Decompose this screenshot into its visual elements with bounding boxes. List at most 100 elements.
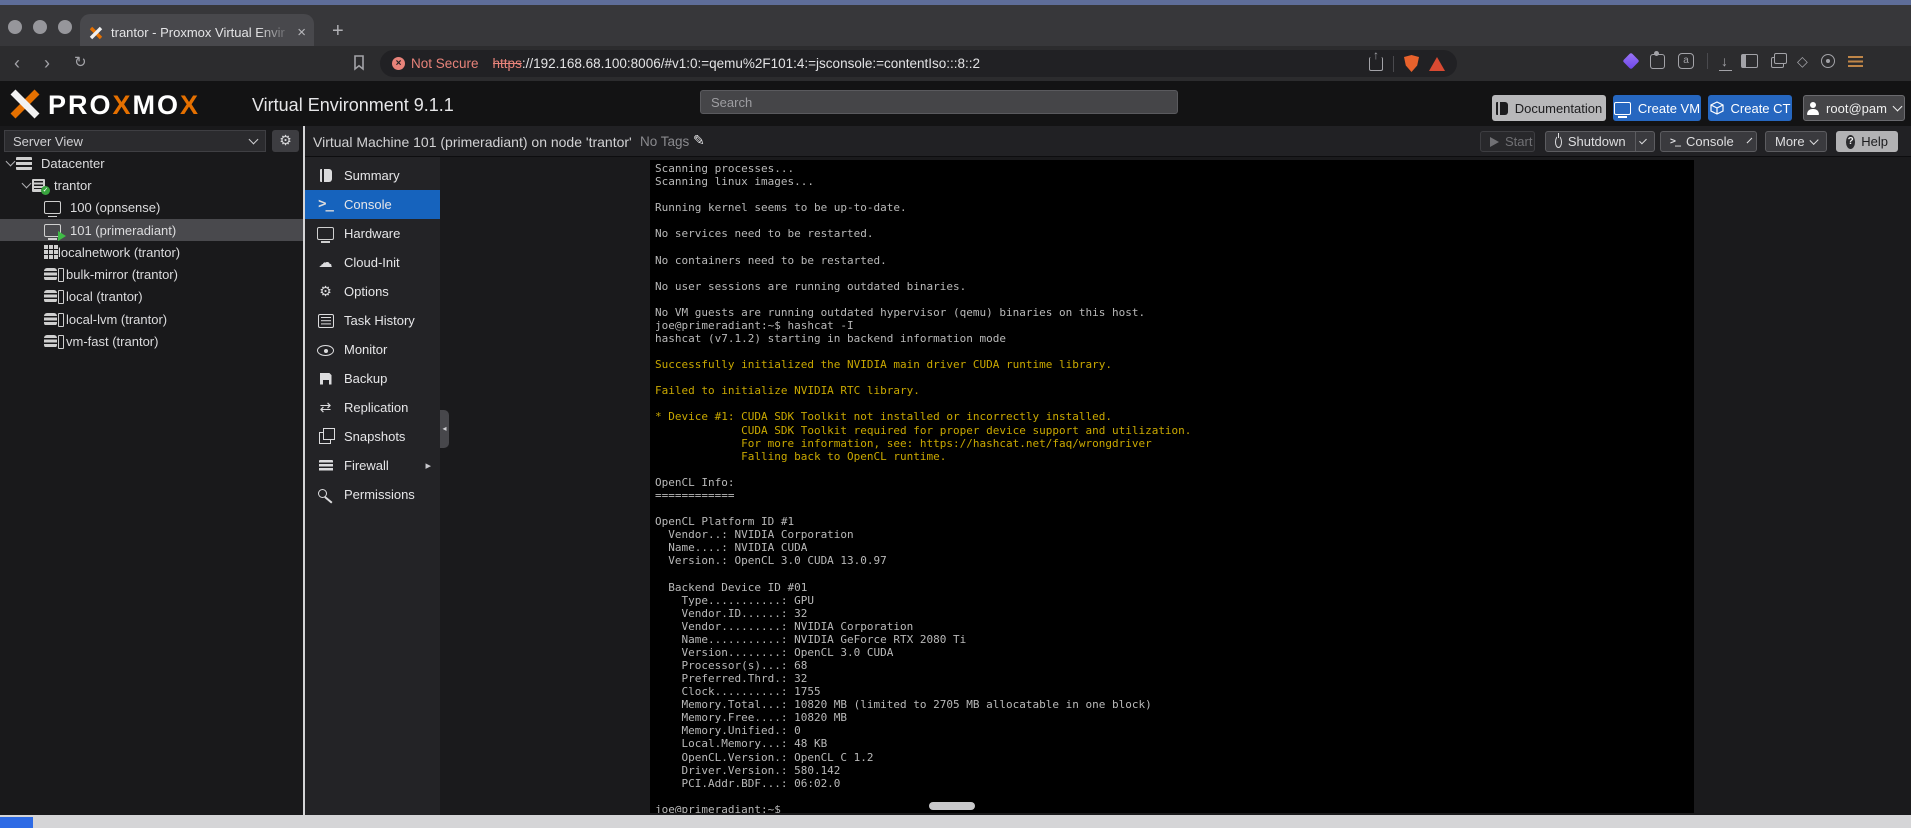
- vm-menu-item-hardware[interactable]: Hardware: [305, 219, 440, 248]
- user-menu-button[interactable]: root@pam: [1803, 95, 1905, 121]
- vm-menu-item-firewall[interactable]: Firewall ▸: [305, 451, 440, 480]
- vm-menu-item-console[interactable]: >_ Console: [305, 190, 440, 219]
- eye-icon: [317, 343, 334, 356]
- cloud-icon: ☁: [318, 254, 333, 270]
- shutdown-button[interactable]: Shutdown: [1545, 131, 1655, 152]
- terminal-line: Name...........: NVIDIA GeForce RTX 2080…: [655, 632, 967, 646]
- brave-shield-icon[interactable]: [1404, 55, 1419, 72]
- content-panel: Scanning processes... Scanning linux imag…: [440, 157, 1911, 815]
- tree-item-trantor[interactable]: trantor: [0, 174, 303, 196]
- address-bar[interactable]: × Not Secure https://192.168.68.100:8006…: [380, 50, 1457, 77]
- vm-menu-item-label: Monitor: [344, 342, 388, 357]
- panel-collapse-handle[interactable]: ◂: [440, 410, 449, 448]
- screen: trantor - Proxmox Virtual Envir × + ‹ › …: [0, 0, 1911, 828]
- window-zoom-button[interactable]: [58, 20, 72, 34]
- share-icon[interactable]: [1369, 56, 1383, 71]
- network-icon: [44, 245, 48, 250]
- start-button[interactable]: Start: [1480, 131, 1535, 152]
- chevron-down-icon[interactable]: [1639, 136, 1647, 144]
- vnc-console[interactable]: Scanning processes... Scanning linux imag…: [650, 160, 1694, 813]
- more-button[interactable]: More: [1765, 131, 1827, 152]
- console-button[interactable]: >_ Console: [1660, 131, 1757, 152]
- menu-hamburger-icon[interactable]: [1847, 55, 1863, 67]
- create-vm-button[interactable]: Create VM: [1613, 95, 1701, 121]
- gear-icon: ⚙: [319, 283, 332, 299]
- tree-item-label: trantor: [54, 177, 92, 193]
- layers-icon: [317, 427, 335, 444]
- tree-item-datacenter[interactable]: Datacenter: [0, 152, 303, 174]
- vm-menu-item-label: Replication: [344, 400, 409, 415]
- vm-menu-item-monitor[interactable]: Monitor: [305, 335, 440, 364]
- create-ct-button[interactable]: Create CT: [1708, 95, 1792, 121]
- forward-icon[interactable]: ›: [44, 52, 50, 74]
- url-rest: ://192.168.68.100:8006/#v1:0:=qemu%2F101…: [521, 56, 981, 71]
- floppy-icon: [317, 372, 334, 385]
- tree-item-100-opnsense[interactable]: 100 (opnsense): [0, 197, 303, 219]
- extensions-icon[interactable]: [1650, 50, 1665, 69]
- back-icon[interactable]: ‹: [14, 52, 20, 74]
- browser-toolbar-icons: a ↓ ◇: [1622, 50, 1863, 71]
- tree-item-local-trantor[interactable]: local (trantor): [0, 286, 303, 308]
- documentation-button[interactable]: Documentation: [1492, 95, 1606, 121]
- vm-menu-item-label: Backup: [344, 371, 388, 386]
- vm-menu-item-task-history[interactable]: Task History: [305, 306, 440, 335]
- tree-item-101-primeradiant[interactable]: 101 (primeradiant): [0, 218, 303, 242]
- server-icon: [16, 156, 32, 170]
- tree-item-vm-fast-trantor[interactable]: vm-fast (trantor): [0, 330, 303, 352]
- view-mode-select[interactable]: Server View: [4, 130, 266, 152]
- reload-icon[interactable]: ↻: [74, 52, 87, 74]
- terminal-line: hashcat (v7.1.2) starting in backend inf…: [655, 332, 1006, 346]
- boxed-a-icon[interactable]: a: [1678, 53, 1694, 69]
- expander-chevron-icon[interactable]: [20, 178, 32, 189]
- vm-menu-item-label: Task History: [344, 313, 415, 328]
- vm-menu-item-cloud-init[interactable]: ☁ Cloud-Init: [305, 248, 440, 277]
- new-tab-button[interactable]: +: [332, 19, 344, 43]
- terminal-line: OpenCL Info:: [655, 475, 735, 489]
- expander-chevron-icon[interactable]: [4, 156, 16, 167]
- window-close-button[interactable]: [8, 20, 22, 34]
- vm-menu-item-permissions[interactable]: Permissions: [305, 480, 440, 509]
- tab-close-icon[interactable]: ×: [297, 25, 306, 40]
- tree-item-label: 101 (primeradiant): [70, 222, 177, 238]
- edit-tags-pencil-icon[interactable]: ✎: [693, 132, 705, 149]
- terminal-line: Version........: OpenCL 3.0 CUDA: [655, 645, 894, 659]
- vm-menu-item-summary[interactable]: Summary: [305, 161, 440, 190]
- terminal-line: Failed to initialize NVIDIA RTC library.: [655, 384, 920, 398]
- tree-settings-button[interactable]: ⚙: [272, 130, 299, 152]
- help-button[interactable]: ? Help: [1836, 131, 1898, 152]
- vm-menu-item-replication[interactable]: ⇄ Replication: [305, 393, 440, 422]
- window-minimize-button[interactable]: [33, 20, 47, 34]
- search-input[interactable]: [700, 90, 1178, 114]
- desktop-bottom-edge: [0, 815, 1911, 828]
- sidebar-panel-icon[interactable]: [1741, 54, 1758, 68]
- terminal-line: Vendor.ID......: 32: [655, 606, 808, 620]
- warning-triangle-icon[interactable]: [1429, 56, 1445, 71]
- version-subtitle: Virtual Environment 9.1.1: [252, 95, 454, 115]
- tab-overview-icon[interactable]: [1771, 53, 1787, 68]
- rewards-gem-icon[interactable]: [1622, 52, 1640, 70]
- storage-icon: [44, 335, 64, 350]
- chevron-down-icon: [248, 134, 259, 145]
- tree-item-local-lvm-trantor[interactable]: local-lvm (trantor): [0, 308, 303, 330]
- target-circle-icon[interactable]: [1820, 54, 1835, 68]
- monitor-icon: [1613, 101, 1631, 118]
- vm-menu-item-options[interactable]: ⚙ Options: [305, 277, 440, 306]
- tree-item-bulk-mirror-trantor[interactable]: bulk-mirror (trantor): [0, 263, 303, 285]
- proxmox-logo-icon: [10, 89, 40, 119]
- terminal-line: No user sessions are running outdated bi…: [655, 279, 967, 293]
- chevron-down-icon[interactable]: [1746, 137, 1753, 143]
- vm-menu-item-backup[interactable]: Backup: [305, 364, 440, 393]
- bookmark-icon[interactable]: [352, 54, 366, 72]
- vm-menu-item-label: Cloud-Init: [344, 255, 400, 270]
- tree-item-localnetwork-trantor[interactable]: localnetwork (trantor): [0, 241, 303, 263]
- vm-menu-item-label: Summary: [344, 168, 400, 183]
- diamond-outline-icon[interactable]: ◇: [1797, 54, 1808, 68]
- downloads-icon[interactable]: ↓: [1719, 54, 1732, 71]
- console-scrollbar-handle[interactable]: [929, 802, 975, 810]
- vm-menu-item-snapshots[interactable]: Snapshots: [305, 422, 440, 451]
- resource-tree-panel: Server View ⚙ Datacenter trantor 100 (opns…: [0, 126, 303, 815]
